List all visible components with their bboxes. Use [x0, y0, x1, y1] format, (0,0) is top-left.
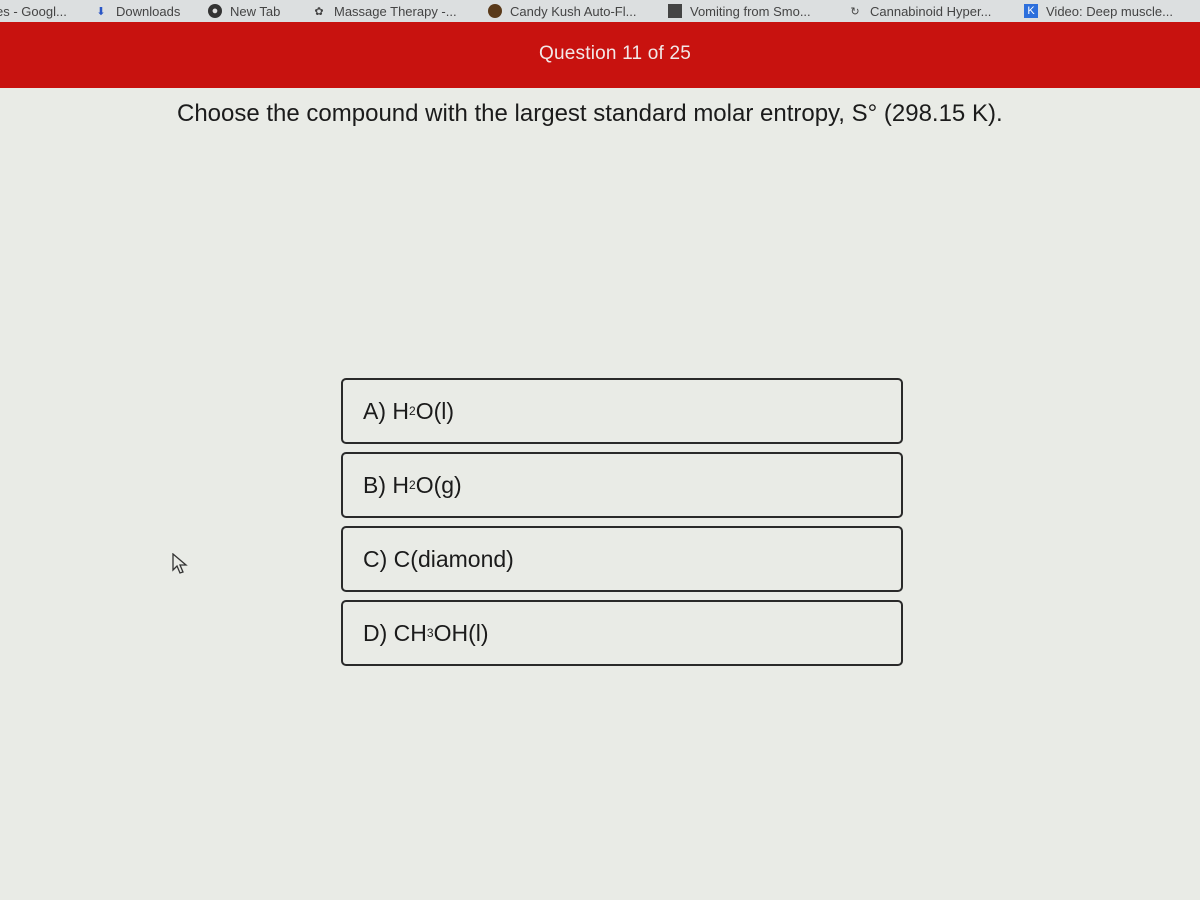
option-b[interactable]: B) H 2 O(g): [341, 452, 903, 518]
k-icon: K: [1024, 4, 1038, 18]
site-icon: [668, 4, 682, 18]
mouse-cursor-icon: [172, 553, 188, 574]
question-text: Choose the compound with the largest sta…: [177, 100, 1003, 127]
option-c[interactable]: C) C(diamond): [341, 526, 903, 592]
quiz-header: Question 11 of 25: [0, 22, 1200, 88]
option-a[interactable]: A) H 2 O(l): [341, 378, 903, 444]
option-d[interactable]: D) CH 3 OH(l): [341, 600, 903, 666]
question-counter: Question 11 of 25: [539, 43, 691, 64]
download-icon: ⬇: [96, 5, 106, 18]
bookmark-downloads[interactable]: ⬇ Downloads: [94, 2, 180, 20]
site-icon: [488, 4, 502, 18]
globe-icon: ●: [208, 4, 222, 18]
bookmark-new-tab[interactable]: ● New Tab: [208, 2, 280, 20]
bookmark-google[interactable]: es - Googl...: [0, 2, 67, 20]
bookmark-cannabinoid[interactable]: ↻ Cannabinoid Hyper...: [848, 2, 991, 20]
bookmark-candy-kush[interactable]: Candy Kush Auto-Fl...: [488, 2, 636, 20]
answer-options: A) H 2 O(l) B) H 2 O(g) C) C(diamond) D) CH 3…: [341, 378, 903, 674]
bookmarks-bar: es - Googl... ⬇ Downloads ● New Tab ✿ Ma…: [0, 0, 1200, 22]
bookmark-video-deep-muscle[interactable]: K Video: Deep muscle...: [1024, 2, 1173, 20]
site-icon: ✿: [314, 5, 324, 18]
bookmark-vomiting[interactable]: Vomiting from Smo...: [668, 2, 811, 20]
bookmark-massage-therapy[interactable]: ✿ Massage Therapy -...: [312, 2, 456, 20]
site-icon: ↻: [850, 5, 860, 18]
